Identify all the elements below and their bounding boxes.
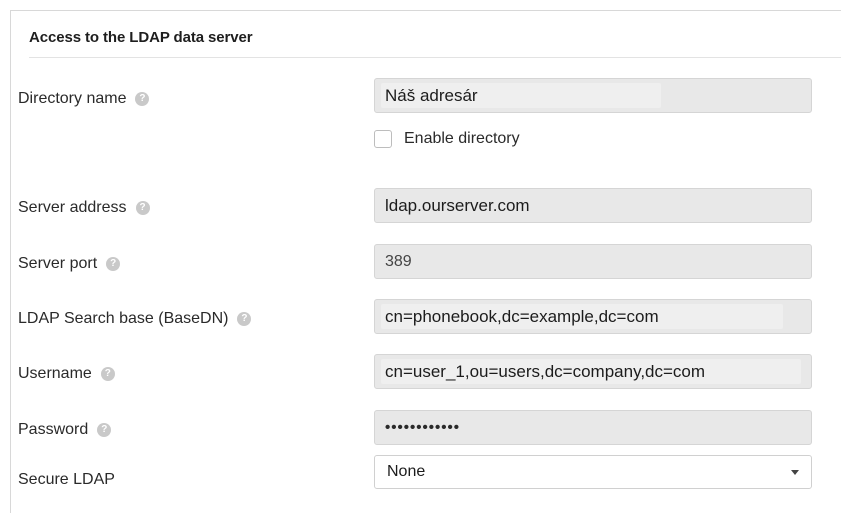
enable-directory-checkbox[interactable]: [374, 130, 392, 148]
server-port-label-row: Server port ?: [18, 252, 121, 276]
help-icon[interactable]: ?: [135, 201, 150, 215]
secure-ldap-label-row: Secure LDAP: [18, 468, 115, 492]
username-label-row: Username ?: [18, 362, 115, 386]
search-base-label-row: LDAP Search base (BaseDN) ?: [18, 307, 252, 331]
username-value: cn=user_1,ou=users,dc=company,dc=com: [385, 361, 706, 381]
enable-directory-label: Enable directory: [404, 130, 520, 147]
directory-name-value: Náš adresár: [385, 85, 478, 105]
password-label-row: Password ?: [18, 418, 112, 442]
server-port-label: Server port: [18, 255, 98, 272]
password-value: ••••••••••••: [385, 419, 461, 436]
server-port-field[interactable]: 389: [374, 244, 812, 279]
server-address-value: ldap.ourserver.com: [385, 195, 530, 215]
search-base-value: cn=phonebook,dc=example,dc=com: [385, 306, 659, 326]
directory-name-label-row: Directory name ?: [18, 87, 150, 111]
search-base-field[interactable]: cn=phonebook,dc=example,dc=com: [374, 299, 812, 334]
help-icon[interactable]: ?: [100, 367, 115, 381]
section-divider: [29, 57, 841, 58]
server-address-label: Server address: [18, 199, 127, 216]
help-icon[interactable]: ?: [135, 92, 150, 106]
password-field[interactable]: ••••••••••••: [374, 410, 812, 445]
username-label: Username: [18, 365, 92, 382]
directory-name-field[interactable]: Náš adresár: [374, 78, 812, 113]
help-icon[interactable]: ?: [97, 423, 112, 437]
secure-ldap-select[interactable]: None: [374, 455, 812, 489]
directory-name-label: Directory name: [18, 90, 127, 107]
search-base-label: LDAP Search base (BaseDN): [18, 310, 229, 327]
server-address-label-row: Server address ?: [18, 196, 150, 220]
chevron-down-icon[interactable]: [791, 469, 799, 475]
secure-ldap-selected: None: [387, 463, 426, 480]
section-title: Access to the LDAP data server: [29, 29, 253, 46]
secure-ldap-label: Secure LDAP: [18, 471, 115, 488]
password-label: Password: [18, 421, 89, 438]
server-port-value: 389: [385, 252, 412, 270]
username-field[interactable]: cn=user_1,ou=users,dc=company,dc=com: [374, 354, 812, 389]
help-icon[interactable]: ?: [106, 257, 121, 271]
help-icon[interactable]: ?: [237, 312, 252, 326]
enable-directory-row[interactable]: Enable directory: [374, 130, 520, 148]
server-address-field[interactable]: ldap.ourserver.com: [374, 188, 812, 223]
